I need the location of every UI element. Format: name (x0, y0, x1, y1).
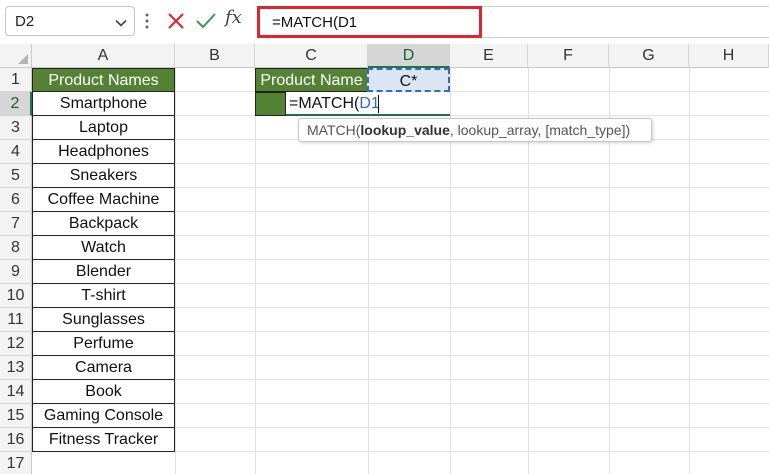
tooltip-rest: , lookup_array, [match_type]) (449, 122, 631, 138)
d2-formula-prefix: =MATCH( (289, 95, 360, 112)
cell-c2[interactable] (255, 92, 286, 116)
function-tooltip[interactable]: MATCH(lookup_value, lookup_array, [match… (298, 118, 652, 142)
cell-a1-header[interactable]: Product Names (32, 68, 175, 92)
row-header-9[interactable]: 9 (0, 260, 32, 284)
row-header-6[interactable]: 6 (0, 188, 32, 212)
cell-a7[interactable]: Backpack (32, 212, 175, 236)
more-options-icon[interactable] (144, 12, 150, 30)
insert-function-button[interactable]: fx (225, 7, 242, 28)
cell-a3[interactable]: Laptop (32, 116, 175, 140)
formula-text: =MATCH(D1 (272, 14, 358, 31)
chevron-down-icon[interactable] (115, 17, 127, 29)
cell-a10[interactable]: T-shirt (32, 284, 175, 308)
row-header-14[interactable]: 14 (0, 380, 32, 404)
formula-input-extension[interactable] (482, 6, 769, 38)
text-caret (378, 95, 379, 113)
row-header-16[interactable]: 16 (0, 428, 32, 452)
cell-a13[interactable]: Camera (32, 356, 175, 380)
d2-formula-ref: D1 (359, 95, 380, 112)
cell-d2-editing[interactable]: =MATCH(D1 (286, 92, 450, 116)
row-header-4[interactable]: 4 (0, 140, 32, 164)
row-header-5[interactable]: 5 (0, 164, 32, 188)
cell-a15[interactable]: Gaming Console (32, 404, 175, 428)
gridline (255, 68, 256, 474)
column-header-f[interactable]: F (528, 44, 609, 68)
x-icon[interactable] (166, 11, 186, 31)
column-header-c[interactable]: C (255, 44, 368, 68)
select-all-button[interactable] (0, 44, 32, 68)
formula-bar-area: D2 fx =MATCH(D1 (0, 0, 769, 42)
column-header-g[interactable]: G (609, 44, 689, 68)
cell-a12[interactable]: Perfume (32, 332, 175, 356)
row-header-3[interactable]: 3 (0, 116, 32, 140)
formula-input[interactable]: =MATCH(D1 (257, 6, 482, 38)
column-header-b[interactable]: B (175, 44, 255, 68)
select-all-triangle-icon (18, 54, 28, 64)
cell-d1-referenced[interactable]: C* (367, 68, 450, 92)
column-header-d[interactable]: D (368, 44, 450, 68)
formula-buttons: fx (160, 6, 250, 36)
name-box-value: D2 (15, 13, 35, 30)
cell-a14[interactable]: Book (32, 380, 175, 404)
cell-c1-header[interactable]: Product Name (255, 68, 368, 92)
check-icon[interactable] (195, 11, 217, 31)
cell-a4[interactable]: Headphones (32, 140, 175, 164)
cell-a16[interactable]: Fitness Tracker (32, 428, 175, 452)
column-header-a[interactable]: A (32, 44, 175, 68)
cell-a8[interactable]: Watch (32, 236, 175, 260)
row-header-1[interactable]: 1 (0, 68, 32, 92)
column-header-e[interactable]: E (450, 44, 528, 68)
row-header-10[interactable]: 10 (0, 284, 32, 308)
row-header-2[interactable]: 2 (0, 92, 32, 116)
gridline (175, 68, 176, 474)
cell-a5[interactable]: Sneakers (32, 164, 175, 188)
tooltip-arg-current[interactable]: lookup_value (360, 122, 449, 138)
row-header-12[interactable]: 12 (0, 332, 32, 356)
row-header-17[interactable]: 17 (0, 452, 32, 474)
row-header-7[interactable]: 7 (0, 212, 32, 236)
tooltip-func: MATCH( (307, 122, 361, 138)
row-header-11[interactable]: 11 (0, 308, 32, 332)
row-header-8[interactable]: 8 (0, 236, 32, 260)
column-header-h[interactable]: H (689, 44, 769, 68)
row-header-13[interactable]: 13 (0, 356, 32, 380)
cell-a9[interactable]: Blender (32, 260, 175, 284)
name-box[interactable]: D2 (5, 6, 135, 36)
row-header-15[interactable]: 15 (0, 404, 32, 428)
gridline (689, 68, 690, 474)
cell-a6[interactable]: Coffee Machine (32, 188, 175, 212)
cell-a2[interactable]: Smartphone (32, 92, 175, 116)
cell-a11[interactable]: Sunglasses (32, 308, 175, 332)
